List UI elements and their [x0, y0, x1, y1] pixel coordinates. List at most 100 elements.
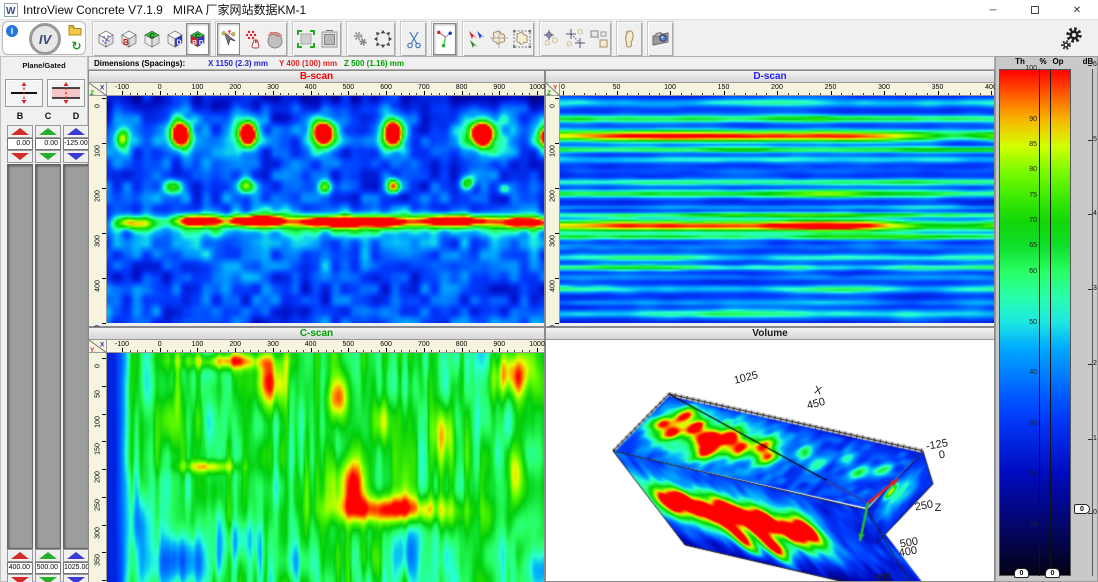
open-file-button[interactable]: [68, 24, 82, 36]
value-b[interactable]: 0.00: [7, 138, 33, 150]
axis-minor-tick: [980, 93, 981, 95]
db-zero-marker[interactable]: 0: [1074, 504, 1090, 514]
axis-tick-label: 100: [95, 416, 102, 428]
region-frame[interactable]: [510, 23, 533, 55]
axis-tick-mark: [386, 91, 387, 95]
axis-minor-tick: [152, 93, 153, 95]
panel-layout[interactable]: [317, 23, 340, 55]
axis-tick-label: 100: [550, 145, 557, 157]
slider-track-c[interactable]: [35, 164, 61, 549]
axis-minor-tick: [213, 350, 214, 352]
axis-minor-tick: [584, 93, 585, 95]
gearblob-icon: [349, 28, 371, 50]
close-button[interactable]: ✕: [1056, 0, 1098, 20]
up-arrow-icon: [67, 552, 85, 559]
c_scan-view[interactable]: [107, 353, 544, 582]
axis-minor-tick: [522, 93, 523, 95]
value-bottom-c[interactable]: 500.00: [35, 562, 61, 574]
axis-tick-mark: [777, 91, 778, 95]
scale-bottom-marker[interactable]: 0: [1045, 568, 1060, 578]
axis-minor-tick: [970, 93, 971, 95]
spin-down-bottom-b[interactable]: [7, 574, 33, 582]
axis-tick-label: 200: [95, 471, 102, 483]
volume-view[interactable]: 1025X450-1250250Z500400200: [546, 340, 994, 581]
axis-tick-mark: [462, 348, 463, 352]
value-d[interactable]: -125.00: [63, 138, 89, 150]
d_scan-view[interactable]: [560, 96, 994, 323]
axis-tick-mark: [462, 91, 463, 95]
slider-label-b: B: [7, 111, 33, 121]
logo-block: i ↻ IV: [2, 21, 86, 55]
view-volume-cube[interactable]: [94, 23, 117, 55]
spin-down-bottom-c[interactable]: [35, 574, 61, 582]
cut-tool[interactable]: [402, 23, 425, 55]
axis-minor-tick: [873, 93, 874, 95]
refresh-button[interactable]: ↻: [70, 40, 83, 53]
axis-tick-label: 50: [613, 84, 621, 91]
opacity-slider-line[interactable]: [1050, 69, 1051, 576]
snapshot-tool[interactable]: [649, 23, 672, 55]
maximize-button[interactable]: [1014, 0, 1056, 20]
region-center[interactable]: [541, 23, 564, 55]
region-rotate[interactable]: [487, 23, 510, 55]
minimize-button[interactable]: ─: [972, 0, 1014, 20]
cursor-tools[interactable]: [464, 23, 487, 55]
db-tick-mark: [1088, 214, 1092, 215]
spin-down-b[interactable]: [7, 150, 33, 163]
axis-minor-tick: [409, 93, 410, 95]
c_scan-x-axis: -10001002003004005006007008009001000: [107, 340, 544, 353]
volume-3d-canvas[interactable]: [546, 340, 994, 581]
region-squares[interactable]: [587, 23, 610, 55]
down-arrow-icon: [11, 577, 29, 582]
axis-minor-tick: [175, 93, 176, 95]
slider-track-d[interactable]: [63, 164, 89, 549]
view-c-scan-cube[interactable]: C: [140, 23, 163, 55]
spin-up-bottom-c[interactable]: [35, 549, 61, 562]
points-tool[interactable]: [240, 23, 263, 55]
scale-bottom-marker[interactable]: 0: [1014, 568, 1029, 578]
axis-tick-mark: [102, 580, 106, 581]
settings-gear-icon[interactable]: [1056, 22, 1088, 54]
view-all-scans-cube[interactable]: CBD: [186, 23, 209, 55]
axis-minor-tick: [326, 350, 327, 352]
axis-tick-label: 400: [95, 280, 102, 292]
info-button[interactable]: i: [6, 25, 18, 37]
slider-track-b[interactable]: [7, 164, 33, 549]
value-bottom-b[interactable]: 400.00: [7, 562, 33, 574]
fit-extents[interactable]: [294, 23, 317, 55]
axis-tick-mark: [884, 91, 885, 95]
axis-tick-label: 900: [493, 84, 505, 91]
axis-tick-label: 0: [158, 341, 162, 348]
view-d-scan-cube[interactable]: D: [163, 23, 186, 55]
b_scan-view[interactable]: [107, 96, 544, 323]
view-b-scan-cube[interactable]: B: [117, 23, 140, 55]
axis-tick-mark: [555, 143, 559, 144]
spin-up-bottom-d[interactable]: [63, 549, 89, 562]
sphere-tool[interactable]: [263, 23, 286, 55]
spin-up-bottom-b[interactable]: [7, 549, 33, 562]
maximize-icon: [1031, 6, 1039, 14]
spin-down-c[interactable]: [35, 150, 61, 163]
axis-minor-tick: [484, 93, 485, 95]
pick-tool[interactable]: [217, 23, 240, 55]
spin-down-bottom-d[interactable]: [63, 574, 89, 582]
value-c[interactable]: 0.00: [35, 138, 61, 150]
plane-mode-button[interactable]: [5, 79, 43, 107]
footprint-tool[interactable]: [618, 23, 641, 55]
axis-minor-tick: [356, 350, 357, 352]
axis-minor-tick: [379, 350, 380, 352]
gated-mode-button[interactable]: [47, 79, 85, 107]
region-arrange[interactable]: [564, 23, 587, 55]
axis-tick-label: -100: [115, 341, 129, 348]
spin-up-d[interactable]: [63, 125, 89, 138]
polyline-tool[interactable]: [433, 23, 456, 55]
object-gear-tool[interactable]: [348, 23, 371, 55]
axis-minor-tick: [182, 93, 183, 95]
threshold-slider-line[interactable]: [1039, 69, 1040, 576]
value-bottom-d[interactable]: 1025.00: [63, 562, 89, 574]
axis-tick-label: 300: [95, 527, 102, 539]
expand-arrows[interactable]: [371, 23, 394, 55]
spin-up-b[interactable]: [7, 125, 33, 138]
spin-up-c[interactable]: [35, 125, 61, 138]
spin-down-d[interactable]: [63, 150, 89, 163]
